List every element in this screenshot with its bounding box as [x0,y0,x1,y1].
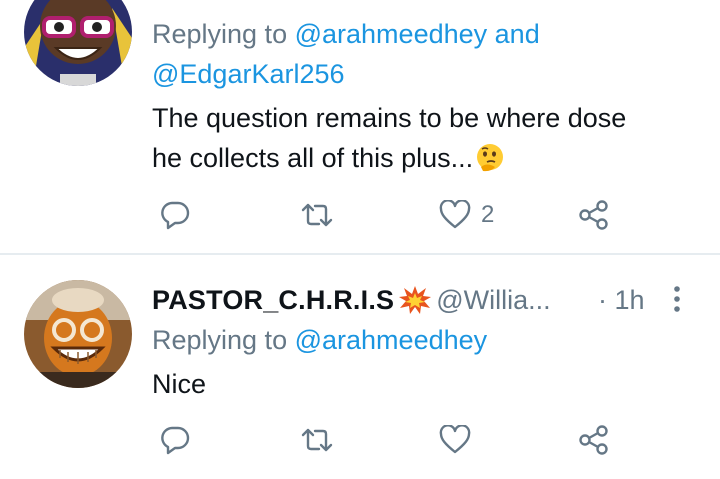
retweet-button[interactable] [300,420,334,460]
like-icon [439,425,471,455]
mention-link[interactable]: @arahmeedhey [295,19,488,49]
like-count: 2 [481,201,495,228]
and-joiner: and [494,19,540,49]
mention-link[interactable]: @EdgarKarl256 [152,59,345,89]
avatar-photo-image [24,280,132,388]
reply-button[interactable] [160,195,190,235]
retweet-icon [300,425,334,455]
tweet-actions [152,420,632,460]
reply-icon [160,200,190,230]
replying-to-label: Replying to [152,325,288,355]
tweet-body: Replying to @arahmeedhey and @EdgarKarl2… [152,14,700,184]
tweet-1[interactable]: Replying to @arahmeedhey and @EdgarKarl2… [0,0,720,253]
tweet-body: Replying to @arahmeedhey Nice [152,320,700,404]
avatar[interactable] [24,280,132,388]
retweet-button[interactable] [300,195,334,235]
replying-to-line: Replying to @arahmeedhey [152,320,700,360]
like-button[interactable]: 2 [439,195,494,235]
share-icon [578,424,610,456]
tweet-2[interactable]: PASTOR_C.H.R.I.S @Willia... · 1h Replying… [0,256,720,479]
tweet-header: PASTOR_C.H.R.I.S @Willia... · 1h [152,282,720,318]
avatar-cartoon-image [24,0,132,86]
replying-to-label: Replying to [152,19,288,49]
share-button[interactable] [578,195,610,235]
display-name[interactable]: PASTOR_C.H.R.I.S [152,285,394,315]
tweet-actions: 2 [152,195,632,235]
tweet-text-line-1: The question remains to be where dose [152,103,627,133]
tweet-text-line-2: he collects all of this plus... [152,143,474,173]
retweet-icon [300,200,334,230]
replying-to-line: Replying to @arahmeedhey and @EdgarKarl2… [152,14,700,94]
avatar[interactable] [24,0,132,86]
tweet-text: Nice [152,369,207,399]
mention-link[interactable]: @arahmeedhey [295,325,488,355]
share-button[interactable] [578,420,610,460]
reply-button[interactable] [160,420,190,460]
thinking-face-icon [475,143,505,184]
reply-icon [160,425,190,455]
collision-icon [398,285,432,324]
like-icon [439,200,471,230]
timestamp-text: · 1h [598,285,645,315]
like-button[interactable] [439,420,471,460]
tweet-divider [0,253,720,255]
tweet-text: The question remains to be where dose he… [152,98,700,184]
timestamp[interactable]: · 1h [598,282,645,318]
user-handle[interactable]: @Willia... [436,285,550,315]
share-icon [578,199,610,231]
more-options-icon[interactable] [671,284,683,316]
